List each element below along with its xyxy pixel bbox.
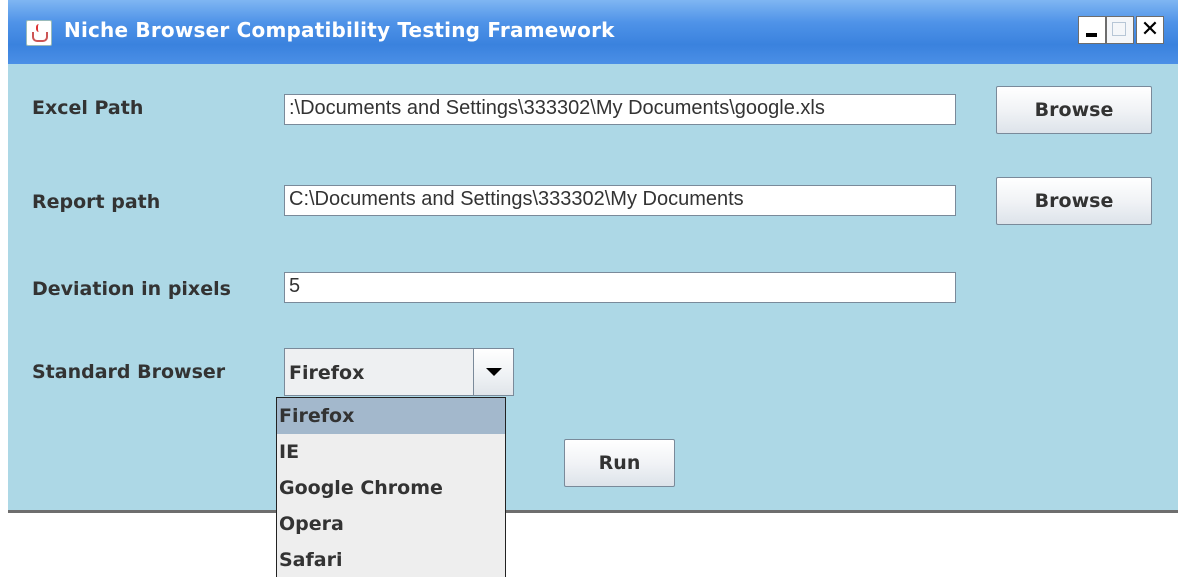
browser-options-list: Firefox IE Google Chrome Opera Safari [276,397,506,577]
app-window: Niche Browser Compatibility Testing Fram… [8,0,1178,512]
minimize-icon [1086,33,1097,37]
java-coffee-cup-icon [26,20,52,46]
browser-option-ie[interactable]: IE [277,434,505,470]
window-bottom-edge [8,510,1178,513]
browser-option-safari[interactable]: Safari [277,542,505,577]
report-path-input[interactable]: C:\Documents and Settings\333302\My Docu… [284,185,956,216]
standard-browser-select[interactable]: Firefox [284,348,514,396]
browser-option-opera[interactable]: Opera [277,506,505,542]
screen: Niche Browser Compatibility Testing Fram… [0,0,1178,577]
maximize-button[interactable] [1106,16,1134,44]
report-path-label: Report path [32,191,161,213]
excel-path-label: Excel Path [32,97,144,119]
close-button[interactable]: ✕ [1136,16,1164,44]
window-title: Niche Browser Compatibility Testing Fram… [64,18,615,42]
browse-report-button[interactable]: Browse [996,177,1152,225]
standard-browser-label: Standard Browser [32,361,226,383]
minimize-button[interactable] [1078,16,1106,44]
browser-option-firefox[interactable]: Firefox [277,398,505,434]
steam-shape [36,24,42,32]
deviation-label: Deviation in pixels [32,278,231,300]
selected-browser: Firefox [289,362,365,384]
browse-excel-button[interactable]: Browse [996,86,1152,134]
close-icon: ✕ [1140,17,1160,42]
run-button[interactable]: Run [564,439,675,487]
maximize-icon [1112,22,1126,36]
title-bar[interactable]: Niche Browser Compatibility Testing Fram… [8,0,1178,64]
excel-path-input[interactable]: :\Documents and Settings\333302\My Docum… [284,94,956,125]
dropdown-toggle[interactable] [473,349,513,395]
chevron-down-icon [486,368,502,376]
deviation-input[interactable]: 5 [284,272,956,303]
browser-option-google-chrome[interactable]: Google Chrome [277,470,505,506]
cup-shape [32,32,48,42]
